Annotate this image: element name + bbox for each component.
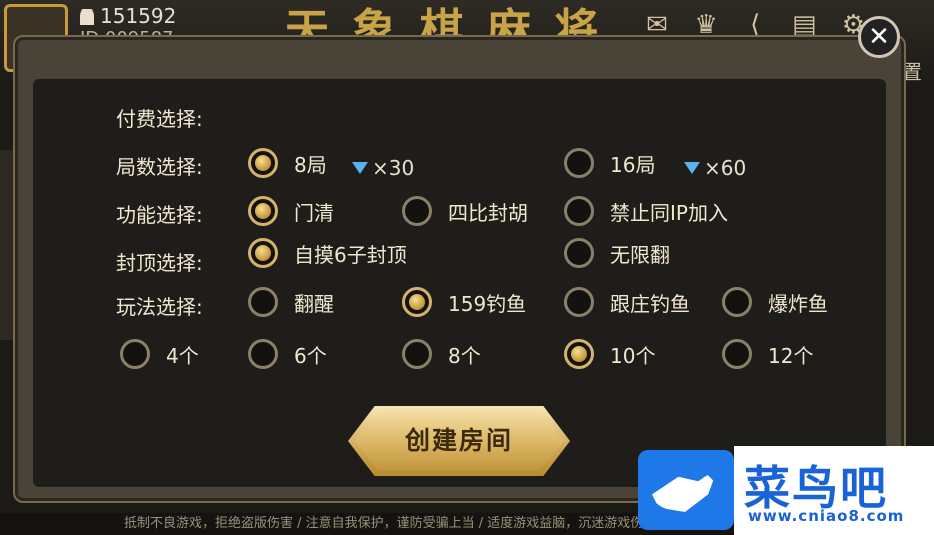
features-label: 功能选择: [116, 203, 203, 227]
user-count: 151592 [80, 4, 176, 28]
person-icon [80, 9, 94, 25]
create-room-label: 创建房间 [404, 426, 513, 455]
radio-button[interactable] [402, 196, 432, 226]
radio-button[interactable] [564, 238, 594, 268]
cap-option-unlimited[interactable]: 无限翻 [564, 238, 670, 268]
round-cost-16: ×60 [684, 156, 746, 180]
diamond-icon [684, 162, 700, 174]
gameplay-option-follow[interactable]: 跟庄钓鱼 [564, 287, 690, 317]
radio-button[interactable] [722, 339, 752, 369]
radio-button[interactable] [402, 287, 432, 317]
watermark-url: www.cniao8.com [748, 507, 905, 525]
count-option-10[interactable]: 10个 [564, 339, 655, 369]
radio-button[interactable] [564, 148, 594, 178]
gameplay-option-159[interactable]: 159钓鱼 [402, 287, 526, 317]
gameplay-option-fanxing[interactable]: 翻醒 [248, 287, 334, 317]
diamond-icon [352, 162, 368, 174]
round-cost-8: ×30 [352, 156, 414, 180]
payment-label: 付费选择: [116, 107, 203, 131]
radio-button[interactable] [248, 238, 278, 268]
create-room-button[interactable]: 创建房间 [348, 406, 570, 476]
count-option-4[interactable]: 4个 [120, 339, 199, 369]
feature-option-no-same-ip[interactable]: 禁止同IP加入 [564, 196, 728, 226]
radio-button[interactable] [722, 287, 752, 317]
round-option-16[interactable]: 16局 [564, 148, 655, 178]
cap-option-6[interactable]: 自摸6子封顶 [248, 238, 407, 268]
rounds-label: 局数选择: [116, 155, 203, 179]
count-option-8[interactable]: 8个 [402, 339, 481, 369]
count-option-12[interactable]: 12个 [722, 339, 813, 369]
radio-button[interactable] [564, 196, 594, 226]
count-option-6[interactable]: 6个 [248, 339, 327, 369]
radio-button[interactable] [120, 339, 150, 369]
radio-button[interactable] [564, 339, 594, 369]
feature-option-sibi[interactable]: 四比封胡 [402, 196, 528, 226]
radio-button[interactable] [248, 148, 278, 178]
radio-button[interactable] [248, 287, 278, 317]
gameplay-option-bomb[interactable]: 爆炸鱼 [722, 287, 828, 317]
feature-option-menqing[interactable]: 门清 [248, 196, 334, 226]
radio-button[interactable] [248, 339, 278, 369]
close-button[interactable]: ✕ [858, 16, 900, 58]
radio-button[interactable] [564, 287, 594, 317]
bird-icon [652, 468, 718, 512]
radio-button[interactable] [248, 196, 278, 226]
cap-label: 封顶选择: [116, 251, 203, 275]
round-option-8[interactable]: 8局 [248, 148, 327, 178]
watermark-logo-icon [638, 450, 734, 530]
gameplay-label: 玩法选择: [116, 295, 203, 319]
radio-button[interactable] [402, 339, 432, 369]
